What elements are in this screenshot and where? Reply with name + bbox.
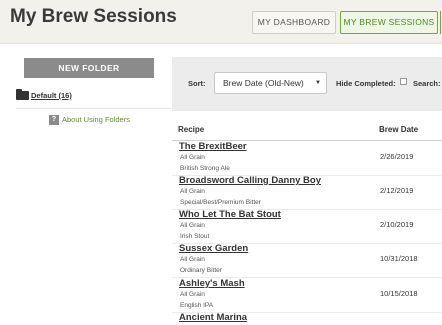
brew-date: 2/10/2019 [380, 220, 414, 229]
filter-bar: Sort: Brew Date (Old-New) ▼ Hide Complet… [172, 57, 442, 111]
folder-sidebar: NEW FOLDER Default (16) ? About Using Fol… [0, 45, 171, 325]
recipe-link[interactable]: Ancient Marina [179, 312, 247, 323]
search-label: Search: [413, 79, 441, 88]
column-header-brew-date[interactable]: Brew Date [379, 125, 418, 134]
hide-completed-label: Hide Completed: [336, 79, 396, 88]
recipe-type: All Grain [180, 154, 205, 161]
my-dashboard-button[interactable]: MY DASHBOARD [252, 11, 336, 34]
brew-date: 10/15/2018 [380, 289, 418, 298]
folder-label[interactable]: Default (16) [31, 91, 72, 100]
chevron-down-icon: ▼ [315, 80, 321, 86]
recipe-style: English IPA [180, 302, 214, 309]
table-row: The BrexitBeer All Grain British Strong … [172, 141, 442, 176]
column-header-recipe[interactable]: Recipe [178, 125, 204, 134]
table-row: Broadsword Calling Danny Boy All Grain S… [172, 175, 442, 210]
recipe-link[interactable]: Ashley's Mash [179, 278, 245, 289]
about-folders-link[interactable]: ? About Using Folders [49, 115, 130, 126]
recipe-style: British Strong Ale [180, 165, 230, 172]
page-title: My Brew Sessions [10, 6, 177, 27]
new-folder-button[interactable]: NEW FOLDER [24, 58, 154, 78]
brew-date: 2/26/2019 [380, 152, 414, 161]
sort-label: Sort: [188, 79, 206, 88]
about-folders-label[interactable]: About Using Folders [62, 115, 130, 124]
sort-select[interactable]: Brew Date (Old-New) ▼ [214, 72, 327, 94]
sidebar-divider [16, 108, 171, 109]
recipe-style: Irish Stout [180, 233, 210, 240]
recipe-link[interactable]: The BrexitBeer [179, 141, 247, 152]
my-brew-sessions-button[interactable]: MY BREW SESSIONS [340, 11, 438, 34]
recipe-type: All Grain [180, 222, 205, 229]
recipe-type: All Grain [180, 291, 205, 298]
table-row: Who Let The Bat Stout All Grain Irish St… [172, 209, 442, 244]
recipe-type: All Grain [180, 188, 205, 195]
top-bar: My Brew Sessions MY DASHBOARD MY BREW SE… [0, 0, 442, 44]
help-icon: ? [49, 115, 59, 126]
folder-icon [16, 89, 29, 100]
recipe-style: Special/Best/Premium Bitter [180, 199, 261, 206]
table-row: Ashley's Mash All Grain English IPA 10/1… [172, 278, 442, 313]
table-row: Sussex Garden All Grain Ordinary Bitter … [172, 243, 442, 278]
recipe-style: Ordinary Bitter [180, 267, 222, 274]
recipe-link[interactable]: Broadsword Calling Danny Boy [179, 175, 321, 186]
table-header: Recipe Brew Date [172, 121, 442, 141]
hide-completed-checkbox[interactable] [400, 78, 407, 85]
recipe-link[interactable]: Sussex Garden [179, 243, 248, 254]
recipe-type: All Grain [180, 256, 205, 263]
sort-value: Brew Date (Old-New) [223, 78, 304, 88]
brew-date: 10/31/2018 [380, 254, 418, 263]
table-row: Ancient Marina [172, 312, 442, 325]
recipe-link[interactable]: Who Let The Bat Stout [179, 209, 281, 220]
brew-date: 2/12/2019 [380, 186, 414, 195]
